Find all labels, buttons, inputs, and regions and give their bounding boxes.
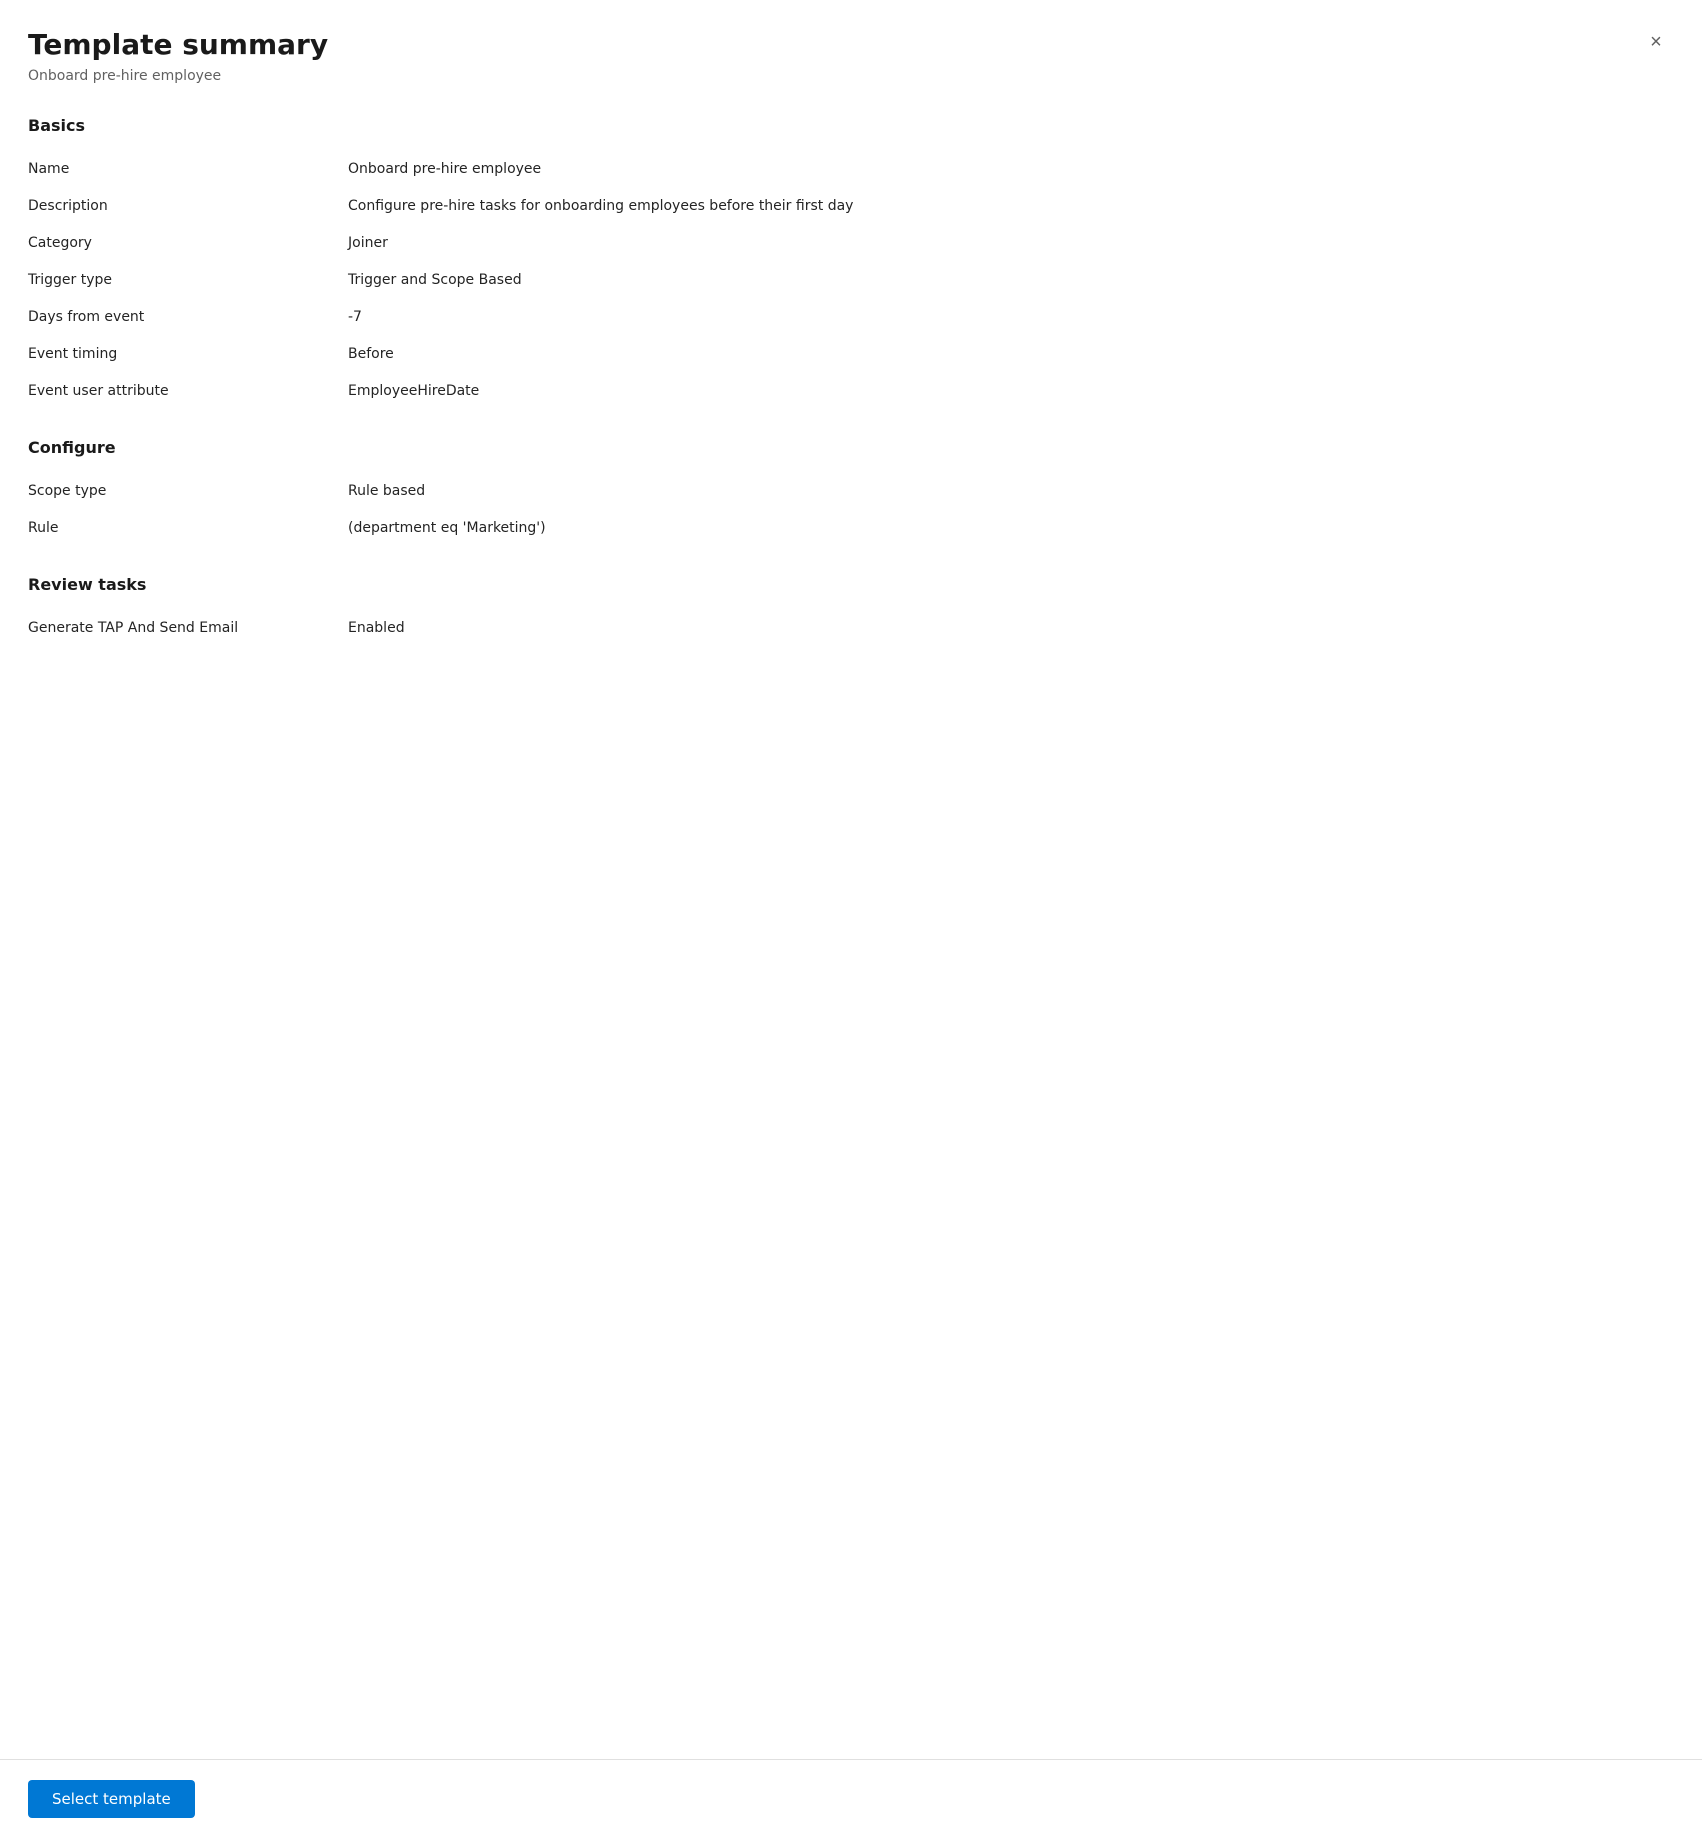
field-label-event-user-attribute: Event user attribute xyxy=(28,381,348,402)
field-label-description: Description xyxy=(28,196,348,217)
field-label-generate-tap: Generate TAP And Send Email xyxy=(28,618,348,639)
field-label-days-from-event: Days from event xyxy=(28,307,348,328)
field-label-event-timing: Event timing xyxy=(28,344,348,365)
close-button[interactable]: × xyxy=(1638,24,1674,60)
basics-section-title: Basics xyxy=(28,116,1662,135)
field-value-days-from-event: -7 xyxy=(348,307,1662,328)
field-days-from-event: Days from event -7 xyxy=(28,299,1662,336)
field-trigger-type: Trigger type Trigger and Scope Based xyxy=(28,262,1662,299)
panel-subtitle: Onboard pre-hire employee xyxy=(28,68,1662,84)
panel-content: Basics Name Onboard pre-hire employee De… xyxy=(0,84,1702,1759)
panel-title: Template summary xyxy=(28,28,1662,62)
template-summary-panel: Template summary Onboard pre-hire employ… xyxy=(0,0,1702,1838)
review-tasks-section: Review tasks Generate TAP And Send Email… xyxy=(28,575,1662,647)
configure-section: Configure Scope type Rule based Rule (de… xyxy=(28,438,1662,547)
field-value-category: Joiner xyxy=(348,233,1662,254)
field-generate-tap: Generate TAP And Send Email Enabled xyxy=(28,610,1662,647)
field-value-rule: (department eq 'Marketing') xyxy=(348,518,1662,539)
field-label-trigger-type: Trigger type xyxy=(28,270,348,291)
field-description: Description Configure pre-hire tasks for… xyxy=(28,188,1662,225)
field-label-rule: Rule xyxy=(28,518,348,539)
field-event-user-attribute: Event user attribute EmployeeHireDate xyxy=(28,373,1662,410)
field-rule: Rule (department eq 'Marketing') xyxy=(28,510,1662,547)
review-tasks-section-title: Review tasks xyxy=(28,575,1662,594)
field-value-event-timing: Before xyxy=(348,344,1662,365)
field-name: Name Onboard pre-hire employee xyxy=(28,151,1662,188)
field-value-generate-tap: Enabled xyxy=(348,618,1662,639)
panel-footer: Select template xyxy=(0,1759,1702,1838)
field-event-timing: Event timing Before xyxy=(28,336,1662,373)
field-value-trigger-type: Trigger and Scope Based xyxy=(348,270,1662,291)
basics-section: Basics Name Onboard pre-hire employee De… xyxy=(28,116,1662,410)
field-value-name: Onboard pre-hire employee xyxy=(348,159,1662,180)
field-label-category: Category xyxy=(28,233,348,254)
field-value-scope-type: Rule based xyxy=(348,481,1662,502)
configure-section-title: Configure xyxy=(28,438,1662,457)
field-value-description: Configure pre-hire tasks for onboarding … xyxy=(348,196,1662,217)
panel-header: Template summary Onboard pre-hire employ… xyxy=(0,0,1702,84)
field-scope-type: Scope type Rule based xyxy=(28,473,1662,510)
field-value-event-user-attribute: EmployeeHireDate xyxy=(348,381,1662,402)
field-category: Category Joiner xyxy=(28,225,1662,262)
field-label-scope-type: Scope type xyxy=(28,481,348,502)
select-template-button[interactable]: Select template xyxy=(28,1780,195,1818)
field-label-name: Name xyxy=(28,159,348,180)
